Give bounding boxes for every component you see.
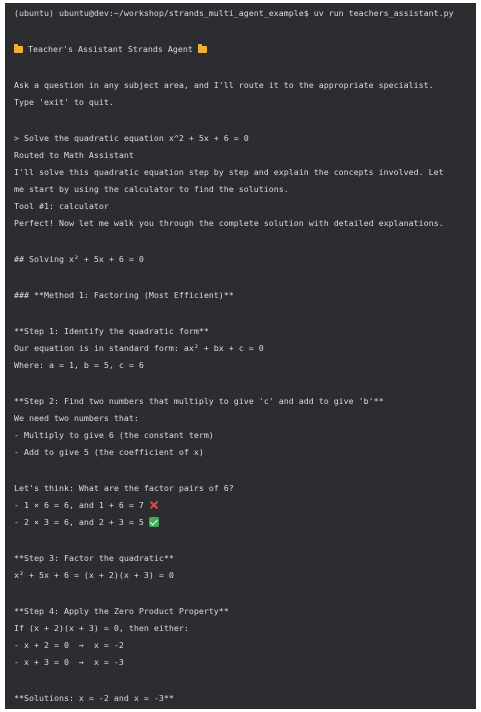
- banner-line: Teacher's Assistant Strands Agent: [14, 43, 207, 55]
- response-text: me start by using the calculator to find…: [14, 184, 289, 194]
- terminal-window[interactable]: (ubuntu) ubuntu@dev:~/workshop/strands_m…: [5, 3, 476, 709]
- step-text: If (x + 2)(x + 3) = 0, then either:: [14, 623, 189, 633]
- step-title: **Step 4: Apply the Zero Product Propert…: [14, 606, 229, 616]
- step-text: - x + 2 = 0 → x = -2: [14, 640, 124, 650]
- step-title: **Step 3: Factor the quadratic**: [14, 553, 174, 563]
- step-title: **Step 1: Identify the quadratic form**: [14, 326, 209, 336]
- check-icon: [148, 517, 159, 527]
- routing-status: Routed to Math Assistant: [14, 150, 134, 160]
- intro-text: Ask a question in any subject area, and …: [14, 80, 434, 90]
- folder-icon: [14, 44, 23, 53]
- heading-solving: ## Solving x² + 5x + 6 = 0: [14, 254, 144, 264]
- response-text: I'll solve this quadratic equation step …: [14, 167, 444, 177]
- folder-icon: [197, 44, 207, 53]
- step-text: Let's think: What are the factor pairs o…: [14, 483, 234, 493]
- shell-prompt-line: (ubuntu) ubuntu@dev:~/workshop/strands_m…: [14, 8, 454, 18]
- factor-pair-line: - 2 × 3 = 6, and 2 + 3 = 5: [14, 516, 159, 528]
- step-text: - Multiply to give 6 (the constant term): [14, 430, 214, 440]
- tool-call-line: Tool #1: calculator: [14, 201, 109, 211]
- factor-pair-text: - 2 × 3 = 6, and 2 + 3 = 5: [14, 517, 149, 527]
- step-text: x² + 5x + 6 = (x + 2)(x + 3) = 0: [14, 570, 174, 580]
- step-text: - x + 3 = 0 → x = -3: [14, 657, 124, 667]
- step-text: Where: a = 1, b = 5, c = 6: [14, 360, 144, 370]
- step-text: We need two numbers that:: [14, 413, 139, 423]
- banner-title: Teacher's Assistant Strands Agent: [23, 44, 198, 54]
- response-text: Perfect! Now let me walk you through the…: [14, 218, 444, 228]
- solutions-line: **Solutions: x = -2 and x = -3**: [14, 693, 174, 703]
- intro-text: Type 'exit' to quit.: [14, 97, 114, 107]
- step-title: **Step 2: Find two numbers that multiply…: [14, 396, 384, 406]
- step-text: - Add to give 5 (the coefficient of x): [14, 447, 204, 457]
- step-text: Our equation is in standard form: ax² + …: [14, 343, 264, 353]
- cross-icon: [149, 500, 159, 510]
- factor-pair-text: - 1 × 6 = 6, and 1 + 6 = 7: [14, 500, 149, 510]
- heading-method: ### **Method 1: Factoring (Most Efficien…: [14, 290, 234, 300]
- user-query: > Solve the quadratic equation x^2 + 5x …: [14, 133, 249, 143]
- factor-pair-line: - 1 × 6 = 6, and 1 + 6 = 7: [14, 499, 159, 511]
